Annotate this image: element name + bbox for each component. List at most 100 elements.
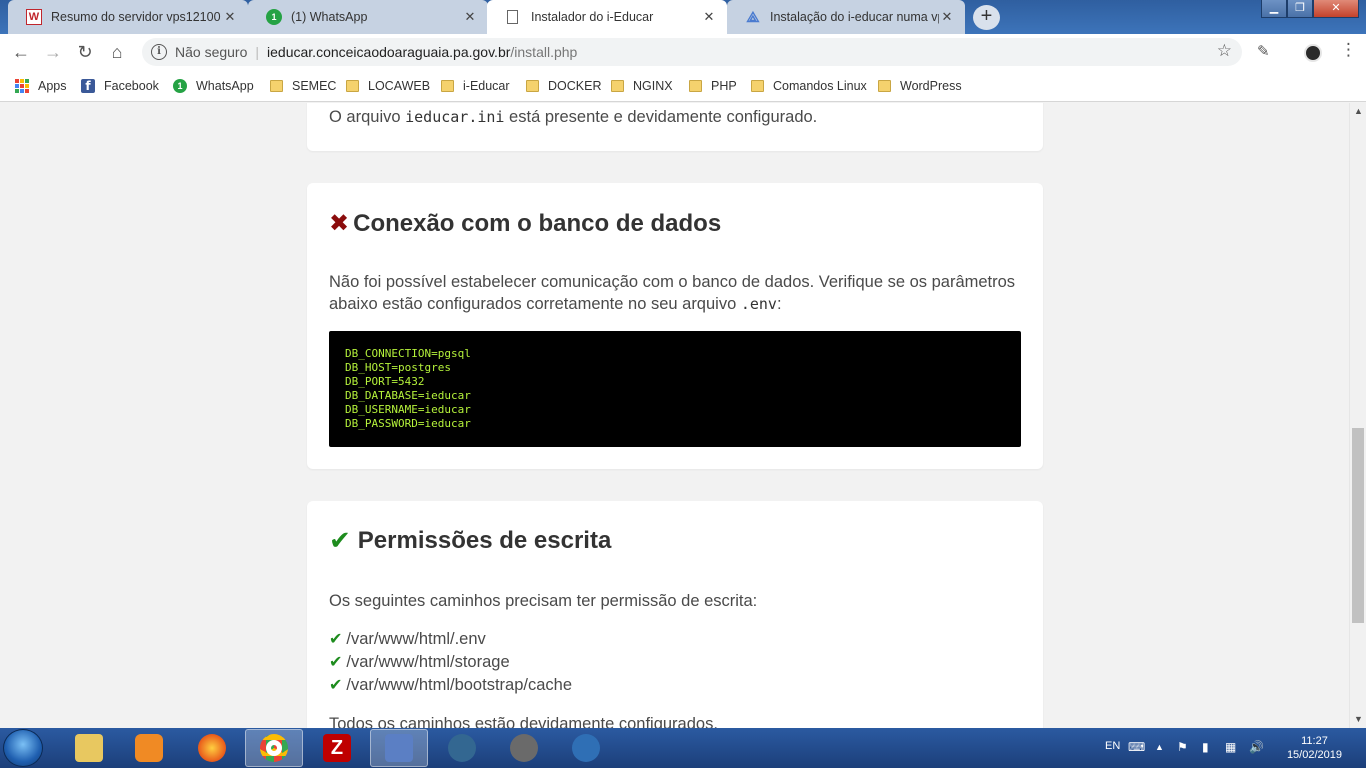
clock-date: 15/02/2019 <box>1286 749 1342 761</box>
write-permissions-card: ✔ Permissões de escrita Os seguintes cam… <box>307 501 1043 728</box>
volume-icon[interactable]: 🔊 <box>1249 740 1264 754</box>
apps-grid-icon <box>15 79 29 93</box>
home-icon[interactable]: ⌂ <box>105 40 129 64</box>
whatsapp-icon: 1 <box>266 9 282 25</box>
page-viewport: O arquivo ieducar.ini está presente e de… <box>0 103 1349 728</box>
back-arrow-icon[interactable]: ← <box>9 40 33 64</box>
close-window-button[interactable]: ✕ <box>1313 0 1359 18</box>
taskbar-firefox[interactable] <box>183 729 241 767</box>
taskbar-media[interactable] <box>120 729 178 767</box>
bookmark-label: Facebook <box>104 79 159 93</box>
list-item: ✔/var/www/html/storage <box>329 651 1021 674</box>
bookmark-docker[interactable]: DOCKER <box>526 77 601 95</box>
minimize-button[interactable]: ▁ <box>1261 0 1287 18</box>
menu-dots-icon[interactable]: ⋮ <box>1340 40 1357 60</box>
page-icon <box>507 10 518 24</box>
permissions-intro: Os seguintes caminhos precisam ter permi… <box>329 592 758 610</box>
taskbar-video[interactable] <box>495 729 553 767</box>
taskbar-thunderbird[interactable] <box>557 729 615 767</box>
folder-icon <box>751 80 764 92</box>
forward-arrow-icon[interactable]: → <box>41 40 65 64</box>
bookmark-locaweb[interactable]: LOCAWEB <box>346 77 430 95</box>
scrollbar-thumb[interactable] <box>1352 428 1364 623</box>
scroll-up-icon[interactable]: ▲ <box>1350 103 1366 120</box>
new-tab-button[interactable]: + <box>973 5 1000 30</box>
bookmark-wordpress[interactable]: WordPress <box>878 77 962 95</box>
maximize-button[interactable]: ❐ <box>1287 0 1313 18</box>
taskbar-chrome[interactable] <box>245 729 303 767</box>
eyedropper-icon[interactable]: ✎ <box>1257 42 1270 60</box>
tab-title: Resumo do servidor vps12100 <box>51 10 221 24</box>
database-error-message: Não foi possível estabelecer comunicação… <box>329 271 1021 315</box>
reload-icon[interactable]: ↻ <box>73 40 97 64</box>
env-line: DB_PORT=5432 <box>345 375 425 388</box>
w-icon: W <box>26 9 42 25</box>
browser-toolbar: ← → ↻ ⌂ i Não seguro | ieducar.conceicao… <box>0 34 1366 70</box>
bookmark-comandos-linux[interactable]: Comandos Linux <box>751 77 867 95</box>
taskbar-explorer[interactable] <box>60 729 118 767</box>
bookmark-facebook[interactable]: f Facebook <box>81 77 159 95</box>
info-icon[interactable]: i <box>151 44 167 60</box>
tab-instalacao-ieducar[interactable]: ⟁ Instalação do i-educar numa vps ✕ <box>727 0 965 34</box>
tab-strip: W Resumo do servidor vps12100 ✕ 1 (1) Wh… <box>0 0 1366 34</box>
close-tab-icon[interactable]: ✕ <box>701 9 717 25</box>
avatar[interactable] <box>1304 44 1322 62</box>
config-file-name: ieducar.ini <box>405 108 505 126</box>
checkmark-icon: ✔ <box>329 525 351 555</box>
show-hidden-icons-arrow[interactable]: ▲ <box>1155 742 1164 752</box>
config-text-before: O arquivo <box>329 108 406 126</box>
security-label[interactable]: Não seguro <box>175 44 247 60</box>
env-config-block: DB_CONNECTION=pgsql DB_HOST=postgres DB_PO… <box>329 331 1021 447</box>
folder-icon <box>878 80 891 92</box>
folder-icon <box>689 80 702 92</box>
bookmark-label: SEMEC <box>292 79 337 93</box>
bookmark-nginx[interactable]: NGINX <box>611 77 673 95</box>
env-line: DB_USERNAME=ieducar <box>345 403 471 416</box>
bookmark-apps[interactable]: Apps <box>15 77 67 95</box>
keyboard-icon[interactable]: ⌨ <box>1128 740 1145 754</box>
elephant-icon <box>448 734 476 762</box>
bookmark-ieducar[interactable]: i-Educar <box>441 77 510 95</box>
battery-icon[interactable]: ▮ <box>1202 740 1209 754</box>
network-icon[interactable]: ▦ <box>1225 740 1236 754</box>
scroll-down-icon[interactable]: ▼ <box>1350 711 1366 728</box>
taskbar-filezilla[interactable]: Z <box>308 729 366 767</box>
flag-icon[interactable]: ⚑ <box>1177 740 1188 754</box>
config-text-after: está presente e devidamente configurado. <box>504 108 818 126</box>
bookmark-star-icon[interactable]: ☆ <box>1217 41 1232 61</box>
language-indicator[interactable]: EN <box>1105 740 1120 752</box>
config-file-message: O arquivo ieducar.ini está presente e de… <box>329 106 1021 128</box>
media-icon <box>135 734 163 762</box>
bookmark-semec[interactable]: SEMEC <box>270 77 336 95</box>
bookmarks-bar: Apps f Facebook 1 WhatsApp SEMEC LOCAWEB… <box>0 70 1366 102</box>
folder-icon <box>75 734 103 762</box>
tab-whatsapp[interactable]: 1 (1) WhatsApp ✕ <box>248 0 488 34</box>
firefox-icon <box>198 734 226 762</box>
start-button[interactable] <box>3 729 43 767</box>
tab-resumo-servidor[interactable]: W Resumo do servidor vps12100 ✕ <box>8 0 248 34</box>
close-tab-icon[interactable]: ✕ <box>939 9 955 25</box>
checkmark-icon: ✔ <box>329 631 343 648</box>
bookmark-label: Comandos Linux <box>773 79 867 93</box>
folder-icon <box>270 80 283 92</box>
error-x-icon: ✖ <box>329 210 350 237</box>
taskbar-postgres[interactable] <box>433 729 491 767</box>
bookmark-label: i-Educar <box>463 79 510 93</box>
address-bar[interactable]: i Não seguro | ieducar.conceicaodoaragua… <box>142 38 1242 66</box>
bookmark-label: PHP <box>711 79 737 93</box>
film-icon <box>510 734 538 762</box>
bookmark-label: LOCAWEB <box>368 79 431 93</box>
taskbar-putty[interactable] <box>370 729 428 767</box>
tab-title: Instalação do i-educar numa vps <box>770 10 939 24</box>
close-tab-icon[interactable]: ✕ <box>462 9 478 25</box>
folder-icon <box>441 80 454 92</box>
system-clock[interactable]: 11:27 15/02/2019 <box>1287 734 1342 762</box>
bookmark-php[interactable]: PHP <box>689 77 737 95</box>
tab-title: Instalador do i-Educar <box>531 10 654 24</box>
vertical-scrollbar[interactable]: ▲ ▼ <box>1349 103 1366 728</box>
close-tab-icon[interactable]: ✕ <box>222 9 238 25</box>
bookmark-whatsapp[interactable]: 1 WhatsApp <box>173 77 254 95</box>
db-message-text: Não foi possível estabelecer comunicação… <box>329 273 1016 313</box>
whatsapp-icon: 1 <box>173 79 187 93</box>
tab-instalador-ieducar[interactable]: Instalador do i-Educar ✕ <box>487 0 727 34</box>
